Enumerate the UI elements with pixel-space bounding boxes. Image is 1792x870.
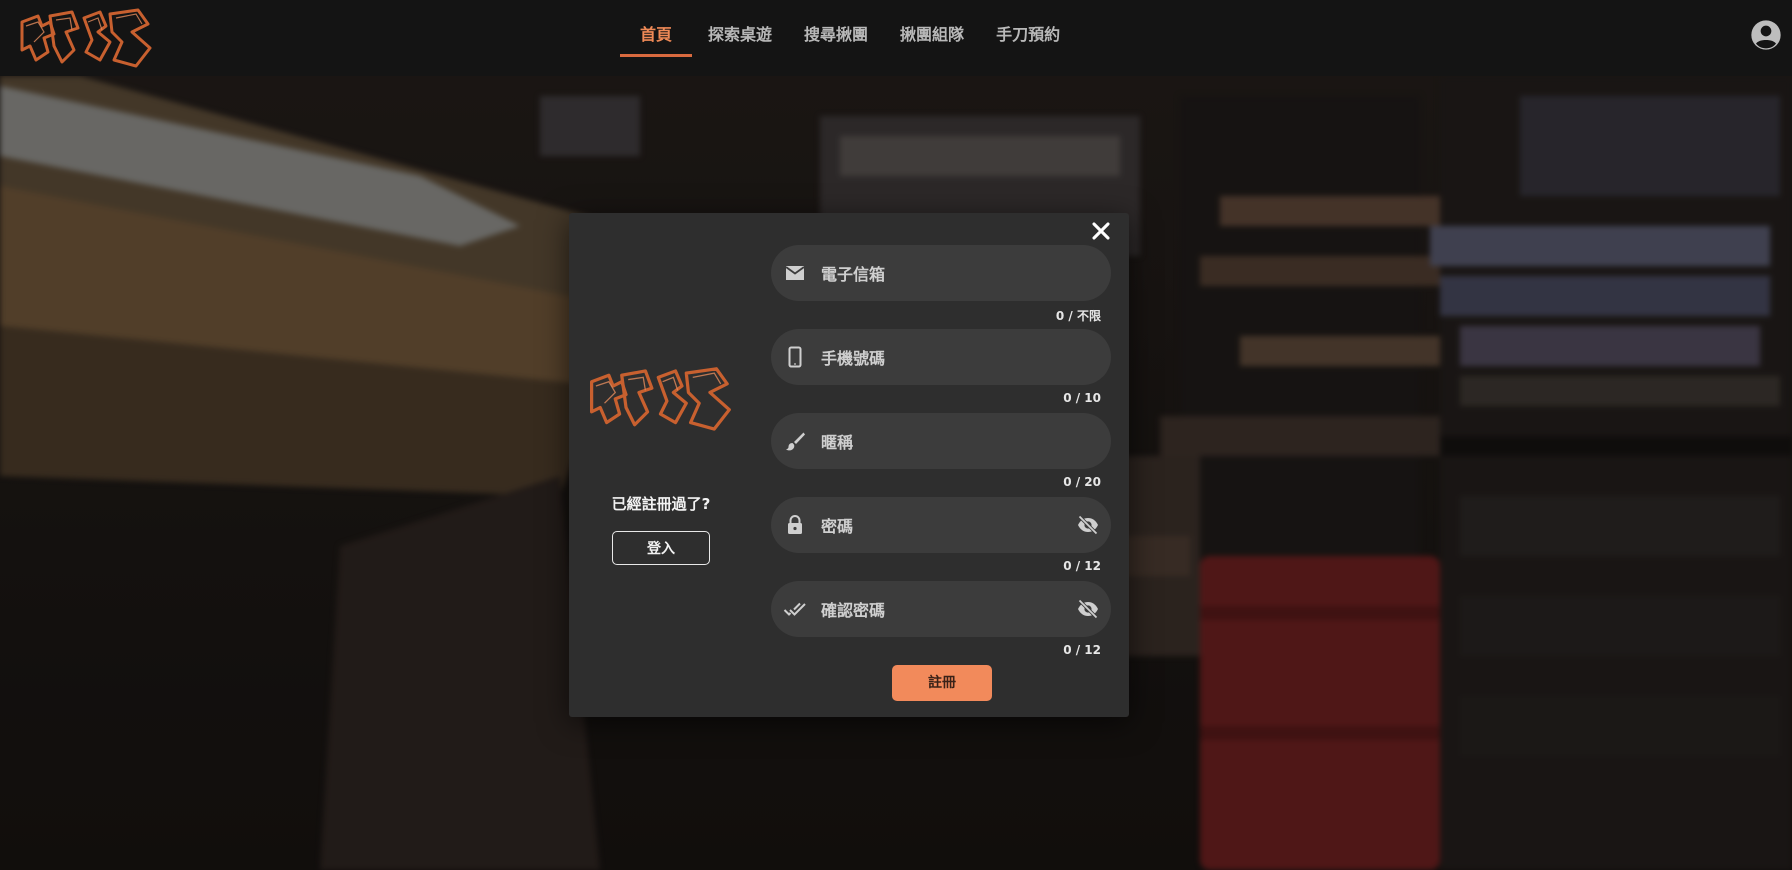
nickname-char-counter: 0 / 20 <box>1063 475 1101 489</box>
confirm-password-field[interactable] <box>771 581 1111 639</box>
password-input[interactable] <box>819 497 1053 555</box>
account-circle-icon[interactable] <box>1750 19 1782 51</box>
nav-home[interactable]: 首頁 <box>620 0 693 57</box>
nav-reservation[interactable]: 手刀預約 <box>980 0 1076 54</box>
email-icon <box>785 266 805 280</box>
nickname-input[interactable] <box>819 413 1053 471</box>
confirm-password-input[interactable] <box>819 581 1053 639</box>
email-field[interactable] <box>771 245 1111 303</box>
eye-off-icon[interactable] <box>1075 513 1101 537</box>
password-field[interactable] <box>771 497 1111 555</box>
email-input[interactable] <box>819 245 1053 303</box>
login-button[interactable]: 登入 <box>612 531 710 565</box>
eye-off-icon[interactable] <box>1075 597 1101 621</box>
nickname-field[interactable] <box>771 413 1111 471</box>
nav-create-group[interactable]: 揪團組隊 <box>884 0 980 54</box>
phone-icon <box>788 346 802 368</box>
main-nav: 首頁 探索桌遊 搜尋揪團 揪團組隊 手刀預約 <box>620 0 1076 76</box>
phone-input[interactable] <box>819 329 1053 387</box>
close-icon[interactable] <box>1087 217 1115 245</box>
register-dialog: 已經註冊過了? 登入 0 / 不限 0 / 10 0 / 20 <box>569 213 1129 717</box>
top-nav-bar: 首頁 探索桌遊 搜尋揪團 揪團組隊 手刀預約 <box>0 0 1792 76</box>
phone-char-counter: 0 / 10 <box>1063 391 1101 405</box>
email-char-counter: 0 / 不限 <box>1055 309 1101 323</box>
register-button[interactable]: 註冊 <box>892 665 992 701</box>
nav-search-groups[interactable]: 搜尋揪團 <box>788 0 884 54</box>
brush-icon <box>786 432 805 451</box>
confirm-password-char-counter: 0 / 12 <box>1063 643 1101 657</box>
done-all-icon <box>783 602 806 616</box>
already-registered-text: 已經註冊過了? <box>611 495 711 513</box>
site-logo[interactable] <box>14 2 159 76</box>
nav-explore-games[interactable]: 探索桌遊 <box>692 0 788 54</box>
dialog-logo <box>589 367 731 431</box>
login-prompt-panel: 已經註冊過了? 登入 <box>569 213 753 717</box>
lock-icon <box>788 514 802 534</box>
phone-field[interactable] <box>771 329 1111 387</box>
password-char-counter: 0 / 12 <box>1063 559 1101 573</box>
